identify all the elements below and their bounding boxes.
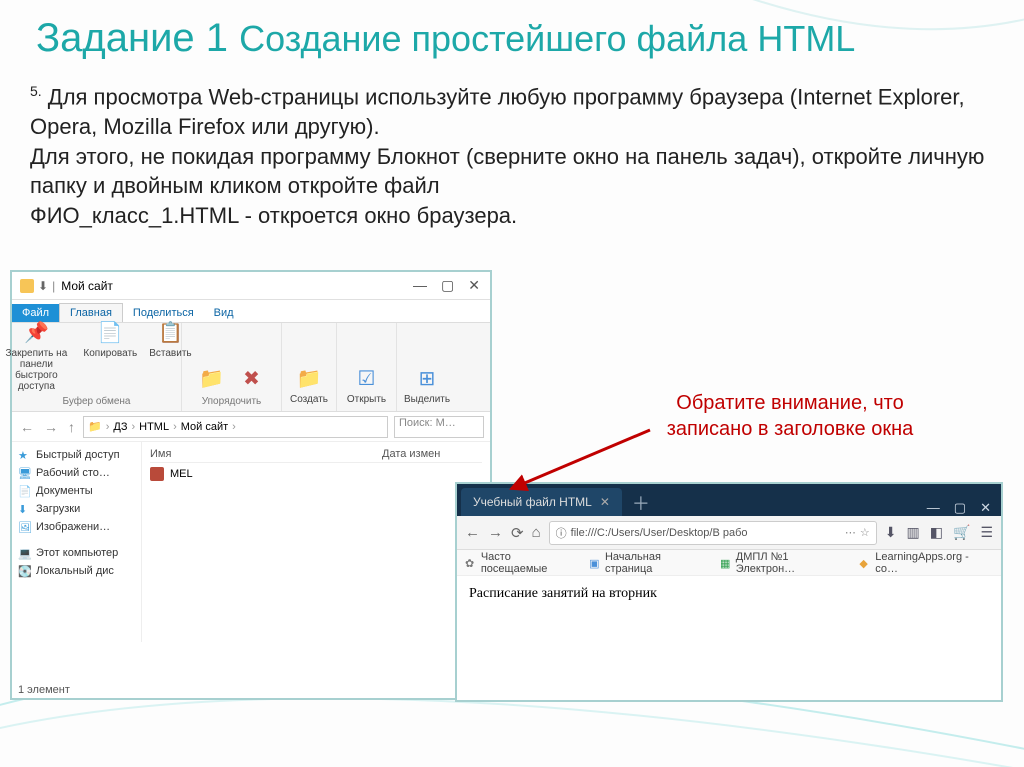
callout-text: Обратите внимание, что записано в заголо… <box>610 390 970 442</box>
browser-content: Расписание занятий на вторник <box>457 576 1001 612</box>
breadcrumb[interactable]: 📁 › ДЗ› HTML› Мой сайт› <box>83 416 388 438</box>
bookmark-start[interactable]: ▣Начальная страница <box>589 551 710 575</box>
bookmark-dmpl[interactable]: ▦ДМПЛ №1 Электрон… <box>720 551 849 575</box>
sidebar-item-images[interactable]: 🖼Изображени… <box>14 518 139 536</box>
browser-toolbar: ← → ⟳ ⌂ ⓘ file:///C:/Users/User/Desktop/… <box>457 516 1001 550</box>
folder-icon <box>20 279 34 293</box>
bookmarks-bar: ✿Часто посещаемые ▣Начальная страница ▦Д… <box>457 550 1001 576</box>
file-name: MEL <box>170 468 193 480</box>
close-button[interactable]: ✕ <box>980 500 991 516</box>
back-button[interactable]: ← <box>465 524 480 541</box>
pin-button[interactable]: 📌Закрепить на панели быстрого доступа <box>0 316 75 394</box>
download-icon[interactable]: ⬇ <box>885 524 897 541</box>
bookmark-learning[interactable]: ◆LearningApps.org - со… <box>859 551 993 575</box>
sidebar-item-thispc[interactable]: 💻Этот компьютер <box>14 544 139 562</box>
sidebar-item-quick[interactable]: ★Быстрый доступ <box>14 446 139 464</box>
maximize-button[interactable]: ▢ <box>441 277 454 294</box>
tab-title: Учебный файл HTML <box>473 495 592 509</box>
sidebar-item-downloads[interactable]: ⬇Загрузки <box>14 500 139 518</box>
title-subject: Создание простейшего файла HTML <box>239 18 855 59</box>
open-button[interactable]: ☑Открыть <box>343 362 390 407</box>
sidebar-item-docs[interactable]: 📄Документы <box>14 482 139 500</box>
tab-view[interactable]: Вид <box>204 304 244 322</box>
home-button[interactable]: ⌂ <box>532 524 541 541</box>
step-number: 5. <box>30 83 42 99</box>
address-bar-row: ← → ↑ 📁 › ДЗ› HTML› Мой сайт› Поиск: М… <box>12 412 490 442</box>
bookmark-star-icon[interactable]: ☆ <box>860 526 870 539</box>
delete-icon[interactable]: ✖ <box>234 362 270 394</box>
reload-button[interactable]: ⟳ <box>511 524 524 542</box>
slide-title: Задание 1 Создание простейшего файла HTM… <box>36 16 855 61</box>
sidebar: ★Быстрый доступ 🖥Рабочий сто… 📄Документы… <box>12 442 142 642</box>
column-headers: Имя Дата измен <box>150 446 482 463</box>
instruction-text: 5. Для просмотра Web-страницы используйт… <box>30 82 990 231</box>
forward-button[interactable]: → <box>42 419 60 435</box>
sidebar-item-localdisk[interactable]: 💽Локальный дис <box>14 562 139 580</box>
status-bar: 1 элемент <box>18 684 70 696</box>
window-title: Мой сайт <box>61 279 113 293</box>
col-date[interactable]: Дата измен <box>382 448 482 460</box>
forward-button[interactable]: → <box>488 524 503 541</box>
search-input[interactable]: Поиск: М… <box>394 416 484 438</box>
up-button[interactable]: ↑ <box>66 419 77 435</box>
sidebar-item-desktop[interactable]: 🖥Рабочий сто… <box>14 464 139 482</box>
col-name[interactable]: Имя <box>150 448 382 460</box>
file-pane: Имя Дата измен MEL <box>142 442 490 642</box>
html-file-icon <box>150 467 164 481</box>
organize-label: Упорядочить <box>202 396 262 407</box>
browser-window: Учебный файл HTML ✕ ＋ — ▢ ✕ ← → ⟳ ⌂ ⓘ fi… <box>455 482 1003 702</box>
bookmark-freq[interactable]: ✿Часто посещаемые <box>465 551 579 575</box>
copy-button[interactable]: 📄Копировать <box>79 316 141 394</box>
ribbon-panel: 📌Закрепить на панели быстрого доступа 📄К… <box>12 322 490 412</box>
sidebar-icon[interactable]: ◧ <box>930 524 943 541</box>
explorer-titlebar: ⬇ | Мой сайт — ▢ ✕ <box>12 272 490 300</box>
title-task: Задание 1 <box>36 16 228 60</box>
page-body-text: Расписание занятий на вторник <box>469 586 657 601</box>
minimize-button[interactable]: — <box>413 277 427 294</box>
url-overflow: ⋯ <box>845 526 856 539</box>
create-button[interactable]: 📁Создать <box>286 362 332 407</box>
explorer-window: ⬇ | Мой сайт — ▢ ✕ Файл Главная Поделить… <box>10 270 492 700</box>
new-tab-button[interactable]: ＋ <box>622 490 660 516</box>
maximize-button[interactable]: ▢ <box>954 500 966 516</box>
folder-icon: 📁 <box>88 420 102 433</box>
browser-tabstrip: Учебный файл HTML ✕ ＋ — ▢ ✕ <box>457 484 1001 516</box>
menu-icon[interactable]: ☰ <box>980 524 993 541</box>
url-bar[interactable]: ⓘ file:///C:/Users/User/Desktop/В рабо ⋯… <box>549 521 877 545</box>
minimize-button[interactable]: — <box>927 500 940 516</box>
close-button[interactable]: ✕ <box>468 277 480 294</box>
url-text: file:///C:/Users/User/Desktop/В рабо <box>571 527 748 539</box>
clipboard-label: Буфер обмена <box>63 396 131 407</box>
file-row[interactable]: MEL <box>150 463 482 485</box>
select-button[interactable]: ⊞Выделить <box>400 362 454 407</box>
site-info-icon[interactable]: ⓘ <box>556 525 567 541</box>
tab-close-icon[interactable]: ✕ <box>600 495 610 509</box>
cart-icon[interactable]: 🛒 <box>953 524 970 541</box>
move-icon[interactable]: 📁 <box>194 362 230 394</box>
back-button[interactable]: ← <box>18 419 36 435</box>
browser-tab[interactable]: Учебный файл HTML ✕ <box>461 488 622 516</box>
library-icon[interactable]: ▥ <box>907 524 920 541</box>
